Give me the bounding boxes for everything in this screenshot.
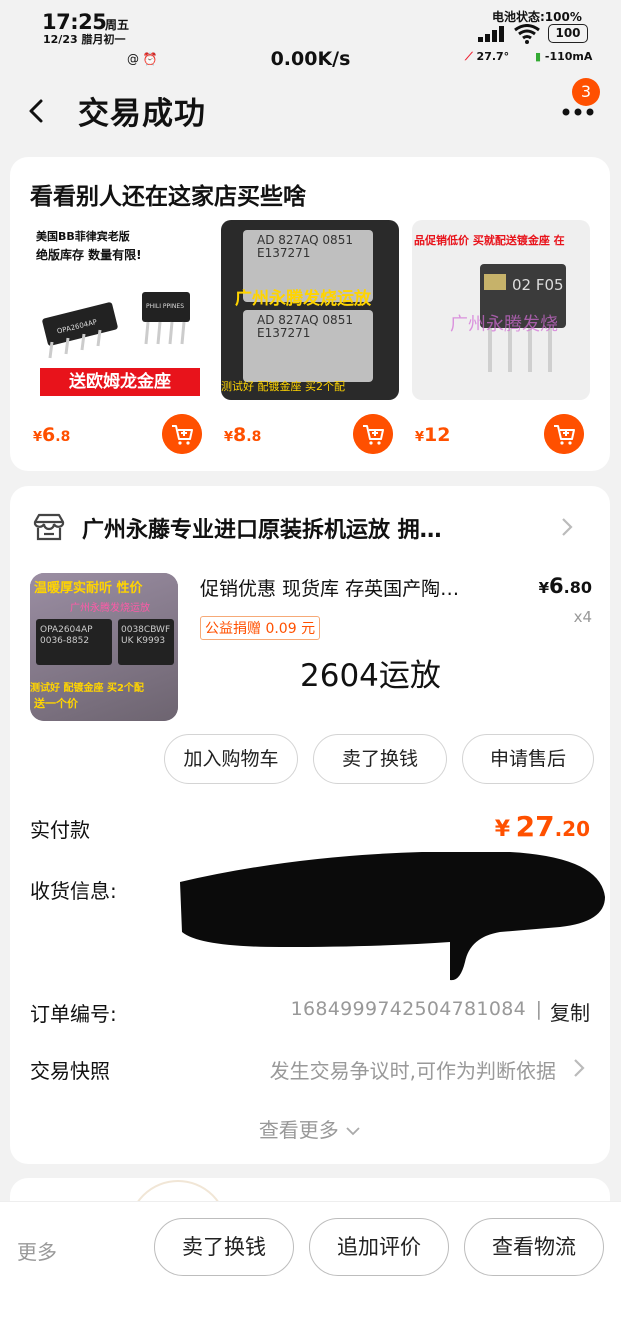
- price-currency: ¥: [415, 430, 425, 445]
- chip-graphic: OPA2604AP PHILI PPINES: [42, 292, 190, 359]
- order-no-label: 订单编号:: [30, 1002, 117, 1026]
- shipping-label: 收货信息:: [30, 879, 117, 903]
- recommend-title: 看看别人还在这家店买些啥: [30, 184, 306, 210]
- status-bar: 17:25 周五 12/23 腊月初一 @ ⏰ 0.00K/s 电池状态:100…: [0, 0, 621, 76]
- see-more-label: 查看更多: [258, 1118, 339, 1142]
- bottom-action-bar: 更多 卖了换钱 追加评价 查看物流: [0, 1201, 621, 1344]
- network-speed: 0.00K/s: [270, 48, 351, 70]
- add-cart-button[interactable]: [544, 414, 584, 454]
- separator: |: [535, 998, 542, 1020]
- sell-button[interactable]: 卖了换钱: [154, 1218, 294, 1276]
- page-title: 交易成功: [78, 96, 206, 132]
- add-to-cart-button[interactable]: 加入购物车: [164, 734, 298, 784]
- chip-right: 0038CBWF UK K9993: [118, 619, 174, 665]
- image-banner-top: 温暖厚实耐听 性价: [34, 581, 143, 596]
- image-banner-top: 美国BB菲律宾老版: [36, 230, 130, 243]
- recommend-item[interactable]: 品促销低价 买就配送镀金座 在 02 F05 广州永腾发烧 ¥12: [412, 220, 590, 454]
- add-cart-button[interactable]: [353, 414, 393, 454]
- paid-amount: ¥ 27.20: [495, 810, 590, 843]
- chevron-down-icon: [346, 1127, 360, 1136]
- recommend-price: ¥12: [415, 424, 451, 446]
- signal-icon: [478, 26, 504, 42]
- temperature-text: ⟋ 27.7°: [465, 50, 510, 63]
- price-int: 27: [515, 810, 555, 843]
- product-image[interactable]: 美国BB菲律宾老版 绝版库存 数量有限! OPA2604AP PHILI PPI…: [30, 220, 208, 400]
- charity-tag: 公益捐赠 0.09 元: [200, 616, 321, 640]
- product-quantity: x4: [573, 608, 592, 626]
- notification-badge: 3: [572, 78, 600, 106]
- battery-status-text: 电池状态:100%: [492, 10, 582, 24]
- add-review-button[interactable]: 追加评价: [309, 1218, 449, 1276]
- recommend-item[interactable]: 美国BB菲律宾老版 绝版库存 数量有限! OPA2604AP PHILI PPI…: [30, 220, 208, 454]
- copy-button[interactable]: 复制: [550, 997, 590, 1026]
- price-int: 12: [424, 424, 451, 446]
- recommend-item[interactable]: AD 827AQ 0851 E137271 AD 827AQ 0851 E137…: [221, 220, 399, 454]
- product-image[interactable]: 品促销低价 买就配送镀金座 在 02 F05 广州永腾发烧: [412, 220, 590, 400]
- image-watermark: 广州永腾发烧运放: [70, 603, 150, 614]
- paid-label: 实付款: [30, 818, 90, 842]
- more-button[interactable]: 更多: [17, 1236, 57, 1265]
- chip-left: OPA2604AP 0036-8852: [36, 619, 112, 665]
- nav-bar: 交易成功 3: [0, 76, 621, 146]
- recommend-price: ¥6.8: [33, 424, 70, 446]
- price-dec: .80: [563, 578, 592, 597]
- price-int: 6: [42, 424, 56, 446]
- price-dec: .8: [55, 429, 71, 445]
- product-image[interactable]: 温暖厚实耐听 性价 广州永腾发烧运放 OPA2604AP 0036-8852 0…: [30, 573, 178, 721]
- after-sales-button[interactable]: 申请售后: [462, 734, 594, 784]
- temperature-value: 27.7°: [476, 50, 510, 63]
- product-price: ¥6.80: [539, 574, 592, 598]
- price-currency: ¥: [224, 430, 234, 445]
- order-number: 1684999742504781084: [290, 998, 526, 1020]
- product-image[interactable]: AD 827AQ 0851 E137271 AD 827AQ 0851 E137…: [221, 220, 399, 400]
- image-overlay-bottom: 测试好 配镀金座 买2个配: [221, 380, 345, 393]
- shop-name[interactable]: 广州永藤专业进口原装拆机运放 拥…: [82, 512, 532, 544]
- image-overlay-text: 广州永腾发烧运放: [235, 289, 371, 309]
- chevron-right-icon[interactable]: [560, 516, 574, 538]
- current-value: -110mA: [544, 50, 593, 63]
- snapshot-hint[interactable]: 发生交易争议时,可作为判断依据: [270, 1055, 556, 1084]
- product-spec: 2604运放: [300, 658, 441, 694]
- redaction-mark: [180, 852, 605, 981]
- image-banner-mid: 绝版库存 数量有限!: [36, 248, 142, 262]
- price-currency: ¥: [538, 579, 550, 597]
- battery-icon: 100: [548, 24, 588, 43]
- add-cart-button[interactable]: [162, 414, 202, 454]
- price-currency: ¥: [494, 817, 511, 842]
- chip-label: 02 F05: [512, 276, 564, 294]
- image-banner-bottom2: 送一个价: [34, 697, 78, 710]
- snapshot-label[interactable]: 交易快照: [30, 1055, 110, 1084]
- price-currency: ¥: [33, 430, 43, 445]
- back-icon[interactable]: [24, 96, 50, 126]
- date: 12/23 腊月初一: [43, 33, 126, 46]
- image-watermark: 广州永腾发烧: [450, 314, 558, 335]
- chip-bottom: AD 827AQ 0851 E137271: [243, 310, 373, 382]
- view-logistics-button[interactable]: 查看物流: [464, 1218, 604, 1276]
- sell-button[interactable]: 卖了换钱: [313, 734, 447, 784]
- shop-icon[interactable]: [32, 512, 66, 542]
- price-dec: .20: [554, 817, 590, 841]
- see-more-button[interactable]: 查看更多: [10, 1114, 610, 1143]
- image-banner-bottom: 送欧姆龙金座: [40, 368, 200, 396]
- image-banner-bottom: 测试好 配镀金座 买2个配: [30, 683, 144, 694]
- chip-label-right: PHILI PPINES: [146, 303, 184, 310]
- price-int: 6: [549, 574, 564, 598]
- chevron-right-icon[interactable]: [572, 1057, 586, 1079]
- order-card: 广州永藤专业进口原装拆机运放 拥… 温暖厚实耐听 性价 广州永腾发烧运放 OPA…: [10, 486, 610, 1164]
- image-banner-top: 品促销低价 买就配送镀金座 在: [414, 234, 565, 247]
- product-title[interactable]: 促销优惠 现货库 存英国产陶…: [200, 574, 520, 601]
- price-dec: .8: [246, 429, 262, 445]
- wifi-icon: [514, 24, 540, 44]
- price-int: 8: [233, 424, 247, 446]
- recommend-card: 看看别人还在这家店买些啥 美国BB菲律宾老版 绝版库存 数量有限! OPA260…: [10, 157, 610, 471]
- current-text: ▮ -110mA: [535, 50, 593, 63]
- recommend-price: ¥8.8: [224, 424, 261, 446]
